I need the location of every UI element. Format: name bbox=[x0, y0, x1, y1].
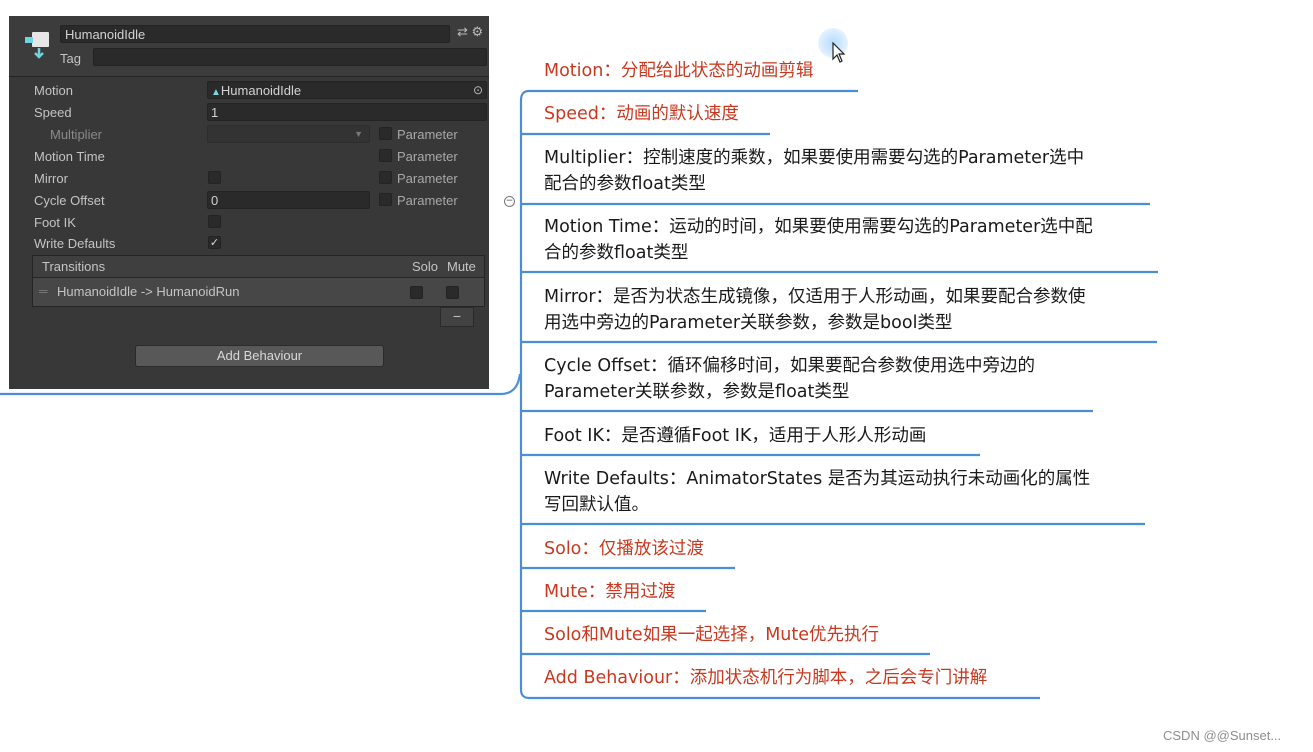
node-text: Solo和Mute如果一起选择，Mute优先执行 bbox=[544, 625, 880, 645]
node-text: Speed：动画的默认速度 bbox=[544, 104, 739, 124]
node-text-line2: 写回默认值。 bbox=[544, 495, 649, 515]
mindmap-node-solo[interactable]: Solo：仅播放该过渡 bbox=[544, 536, 704, 562]
mindmap-node-write-defaults[interactable]: Write Defaults：AnimatorStates 是否为其运动执行未动… bbox=[544, 466, 1090, 518]
mindmap-node-speed[interactable]: Speed：动画的默认速度 bbox=[544, 101, 739, 127]
mindmap-node-mirror[interactable]: Mirror：是否为状态生成镜像，仅适用于人形动画，如果要配合参数使 用选中旁边… bbox=[544, 284, 1086, 336]
mindmap-node-foot-ik[interactable]: Foot IK：是否遵循Foot IK，适用于人形人形动画 bbox=[544, 423, 926, 449]
mindmap-node-add-behaviour[interactable]: Add Behaviour：添加状态机行为脚本，之后会专门讲解 bbox=[544, 665, 987, 691]
node-text-line1: Multiplier：控制速度的乘数，如果要使用需要勾选的Parameter选中 bbox=[544, 148, 1085, 168]
node-text-line1: Cycle Offset：循环偏移时间，如果要配合参数使用选中旁边的 bbox=[544, 356, 1035, 376]
node-text: Mute：禁用过渡 bbox=[544, 582, 676, 602]
link-node-1 bbox=[519, 89, 858, 101]
node-text-line2: 合的参数float类型 bbox=[544, 243, 689, 263]
watermark: CSDN @@Sunset... bbox=[1163, 728, 1282, 743]
mindmap-node-solo-mute[interactable]: Solo和Mute如果一起选择，Mute优先执行 bbox=[544, 622, 879, 648]
node-text-line2: Parameter关联参数，参数是float类型 bbox=[544, 382, 850, 402]
mindmap-node-mute[interactable]: Mute：禁用过渡 bbox=[544, 579, 675, 605]
trunk-curve bbox=[499, 373, 522, 396]
node-text-line1: Mirror：是否为状态生成镜像，仅适用于人形动画，如果要配合参数使 bbox=[544, 287, 1086, 307]
mouse-cursor-icon bbox=[832, 42, 846, 63]
link-node-12 bbox=[519, 689, 1040, 700]
node-text-line1: Write Defaults：AnimatorStates 是否为其运动执行未动… bbox=[544, 469, 1091, 489]
node-text: Solo：仅播放该过渡 bbox=[544, 539, 704, 559]
node-text: Motion：分配给此状态的动画剪辑 bbox=[544, 61, 814, 81]
node-text: Add Behaviour：添加状态机行为脚本，之后会专门讲解 bbox=[544, 668, 988, 688]
node-text-line2: 用选中旁边的Parameter关联参数，参数是bool类型 bbox=[544, 313, 953, 333]
mindmap-node-multiplier[interactable]: Multiplier：控制速度的乘数，如果要使用需要勾选的Parameter选中… bbox=[544, 145, 1084, 197]
mindmap-node-motion-time[interactable]: Motion Time：运动的时间，如果要使用需要勾选的Parameter选中配… bbox=[544, 214, 1093, 266]
node-text-line1: Motion Time：运动的时间，如果要使用需要勾选的Parameter选中配 bbox=[544, 217, 1093, 237]
node-text: Foot IK：是否遵循Foot IK，适用于人形人形动画 bbox=[544, 426, 927, 446]
mindmap-node-motion[interactable]: Motion：分配给此状态的动画剪辑 bbox=[544, 58, 813, 84]
mindmap-node-cycle-offset[interactable]: Cycle Offset：循环偏移时间，如果要配合参数使用选中旁边的 Param… bbox=[544, 353, 1035, 405]
node-text-line2: 配合的参数float类型 bbox=[544, 174, 706, 194]
collapse-toggle-icon[interactable]: − bbox=[504, 196, 515, 207]
